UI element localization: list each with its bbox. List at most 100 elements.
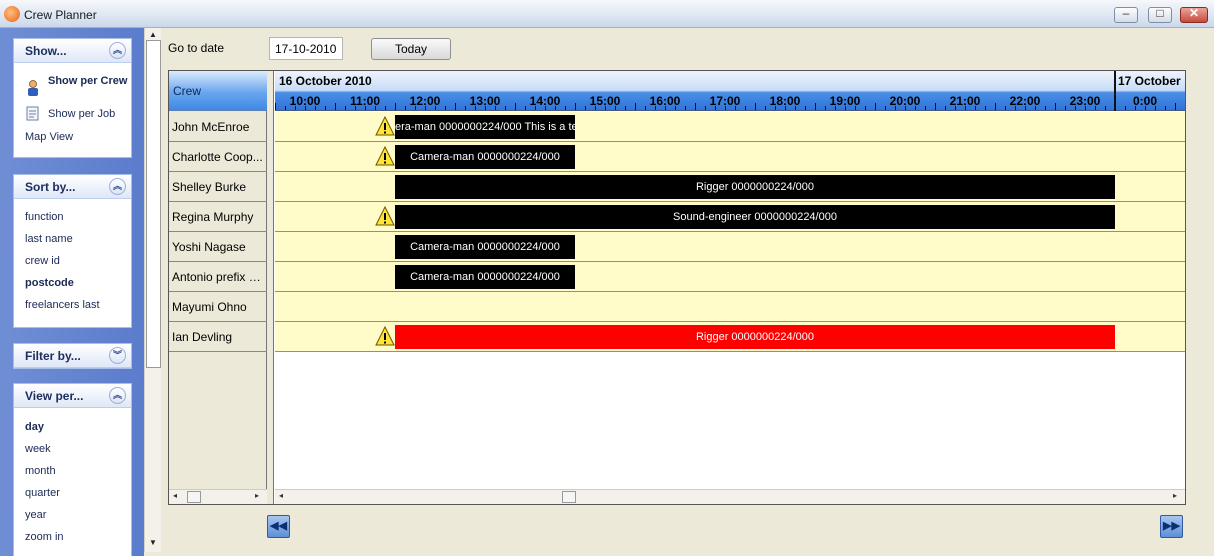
crew-horizontal-scrollbar[interactable]: ◂ ▸ — [169, 489, 267, 504]
next-period-button[interactable]: ▶▶ — [1160, 515, 1183, 538]
timeline-row[interactable]: Camera-man 0000000224/000 — [275, 232, 1185, 262]
view-month-option[interactable]: month — [25, 465, 56, 477]
scroll-left-arrow-icon[interactable]: ◂ — [279, 491, 283, 500]
assignment-bar[interactable]: era-man 0000000224/000 This is a te — [395, 115, 575, 139]
view-day-option[interactable]: day — [25, 421, 44, 433]
warning-icon[interactable] — [375, 146, 395, 166]
show-per-crew-option[interactable]: Show per Crew — [48, 75, 128, 88]
time-tick — [395, 103, 396, 110]
assignment-bar[interactable]: Sound-engineer 0000000224/000 — [395, 205, 1115, 229]
sort-function-option[interactable]: function — [25, 211, 64, 223]
scroll-right-arrow-icon[interactable]: ▸ — [1173, 491, 1177, 500]
time-tick — [1175, 103, 1176, 110]
scroll-left-arrow-icon[interactable]: ◂ — [173, 491, 177, 500]
expand-chevron-icon[interactable]: ︾ — [109, 347, 126, 364]
timeline-row[interactable]: Camera-man 0000000224/000 — [275, 262, 1185, 292]
view-year-option[interactable]: year — [25, 509, 46, 521]
show-panel-header[interactable]: Show... ︽ — [14, 39, 131, 63]
crew-row[interactable]: Ian Devling — [169, 322, 267, 352]
time-tick — [775, 106, 776, 110]
date-input[interactable] — [269, 37, 343, 60]
assignment-bar[interactable]: Camera-man 0000000224/000 — [395, 235, 575, 259]
map-view-option[interactable]: Map View — [25, 131, 73, 143]
sort-last-name-option[interactable]: last name — [25, 233, 73, 245]
timeline-header: 16 October 2010 17 October 10:00 11:00 12:… — [275, 71, 1185, 111]
assignment-bar[interactable]: Camera-man 0000000224/000 — [395, 265, 575, 289]
time-tick — [585, 106, 586, 110]
show-per-job-option[interactable]: Show per Job — [48, 108, 115, 120]
crew-row[interactable]: Shelley Burke — [169, 172, 267, 202]
timeline-row[interactable]: Camera-man 0000000224/000 — [275, 142, 1185, 172]
view-week-option[interactable]: week — [25, 443, 51, 455]
warning-icon[interactable] — [375, 206, 395, 226]
time-tick — [1145, 106, 1146, 110]
close-button[interactable]: ✕ — [1180, 6, 1208, 23]
time-tick — [695, 103, 696, 110]
timeline-row[interactable]: Rigger 0000000224/000 — [275, 172, 1185, 202]
crew-header-label: Crew — [173, 84, 202, 98]
timeline-row[interactable]: Rigger 0000000224/000 — [275, 322, 1185, 352]
crew-row[interactable]: Antonio prefix d... — [169, 262, 267, 292]
crew-scroll-thumb[interactable] — [187, 491, 201, 503]
crew-row[interactable]: John McEnroe — [169, 112, 267, 142]
sort-crew-id-option[interactable]: crew id — [25, 255, 60, 267]
assignment-bar[interactable]: Rigger 0000000224/000 — [395, 175, 1115, 199]
sidebar-scrollbar[interactable]: ▲ ▼ — [144, 28, 161, 552]
timeline-row[interactable]: era-man 0000000224/000 This is a te — [275, 112, 1185, 142]
time-tick — [875, 103, 876, 110]
time-tick — [495, 106, 496, 110]
time-tick — [595, 106, 596, 110]
crew-row[interactable]: Mayumi Ohno — [169, 292, 267, 322]
crew-column-header[interactable]: Crew — [169, 71, 267, 111]
sort-panel-header[interactable]: Sort by... ︽ — [14, 175, 131, 199]
today-button[interactable]: Today — [371, 38, 451, 60]
time-tick — [1025, 106, 1026, 110]
view-panel-header[interactable]: View per... ︽ — [14, 384, 131, 408]
time-tick — [435, 106, 436, 110]
time-tick — [415, 106, 416, 110]
close-icon: ✕ — [1188, 6, 1200, 20]
timeline-row[interactable] — [275, 292, 1185, 322]
column-splitter[interactable] — [267, 71, 274, 504]
time-tick — [705, 106, 706, 110]
scroll-right-arrow-icon[interactable]: ▸ — [255, 491, 259, 500]
sidebar-scroll-thumb[interactable] — [146, 40, 161, 368]
sort-panel: Sort by... ︽ function last name crew id … — [13, 174, 132, 328]
crew-planner-window: Crew Planner – □ ✕ Show... ︽ Show per Cr… — [0, 0, 1214, 556]
main-area: Go to date Today Crew John McEnroe Charlo… — [162, 28, 1200, 552]
sort-freelancers-last-option[interactable]: freelancers last — [25, 299, 100, 311]
time-tick — [335, 103, 336, 110]
previous-period-button[interactable]: ◀◀ — [267, 515, 290, 538]
crew-name: Charlotte Coop... — [172, 150, 263, 164]
warning-icon[interactable] — [375, 116, 395, 136]
crew-row[interactable]: Regina Murphy — [169, 202, 267, 232]
show-panel: Show... ︽ Show per Crew Show per Job Map… — [13, 38, 132, 158]
timeline-row[interactable]: Sound-engineer 0000000224/000 — [275, 202, 1185, 232]
crew-name: Yoshi Nagase — [172, 240, 246, 254]
time-tick — [525, 106, 526, 110]
view-zoom-in-option[interactable]: zoom in — [25, 531, 64, 543]
planner-grid: Crew John McEnroe Charlotte Coop... Shelle… — [168, 70, 1186, 505]
collapse-chevron-icon[interactable]: ︽ — [109, 42, 126, 59]
window-title: Crew Planner — [24, 8, 97, 22]
filter-panel-header[interactable]: Filter by... ︾ — [14, 344, 131, 368]
filter-panel: Filter by... ︾ — [13, 343, 132, 369]
sort-postcode-option[interactable]: postcode — [25, 277, 74, 289]
time-tick — [275, 103, 276, 110]
collapse-chevron-icon[interactable]: ︽ — [109, 387, 126, 404]
crew-row[interactable]: Yoshi Nagase — [169, 232, 267, 262]
collapse-chevron-icon[interactable]: ︽ — [109, 178, 126, 195]
time-tick — [1105, 106, 1106, 110]
assignment-bar[interactable]: Camera-man 0000000224/000 — [395, 145, 575, 169]
timeline-scroll-thumb[interactable] — [562, 491, 576, 503]
scroll-down-arrow-icon[interactable]: ▼ — [147, 538, 159, 550]
time-tick — [465, 106, 466, 110]
crew-row[interactable]: Charlotte Coop... — [169, 142, 267, 172]
assignment-bar[interactable]: Rigger 0000000224/000 — [395, 325, 1115, 349]
minimize-button[interactable]: – — [1114, 6, 1138, 23]
timeline-horizontal-scrollbar[interactable]: ◂ ▸ — [275, 489, 1185, 504]
time-tick — [975, 106, 976, 110]
warning-icon[interactable] — [375, 326, 395, 346]
view-quarter-option[interactable]: quarter — [25, 487, 60, 499]
maximize-button[interactable]: □ — [1148, 6, 1172, 23]
